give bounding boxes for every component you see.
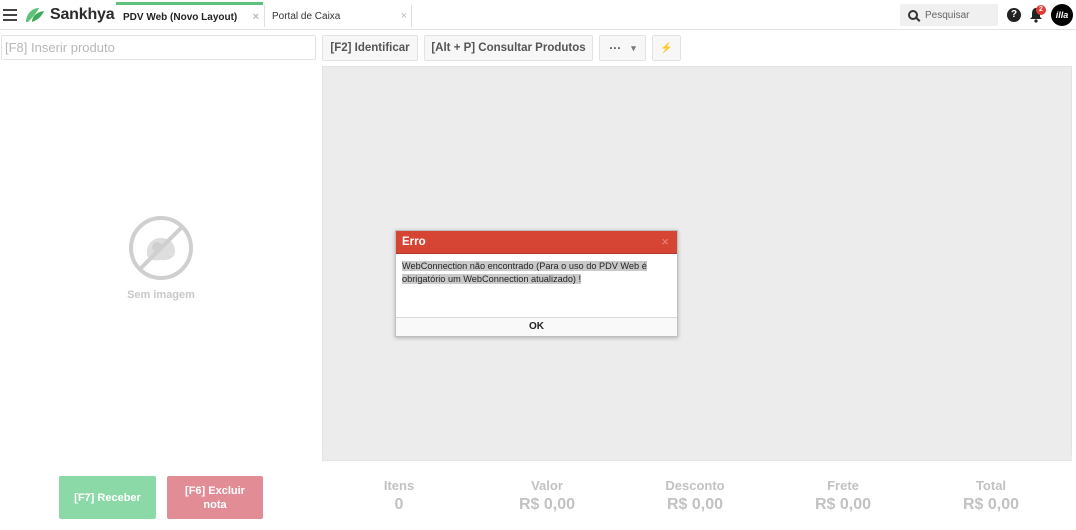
tab-close-icon[interactable]: × xyxy=(401,10,407,22)
dialog-message: WebConnection não encontrado (Para o uso… xyxy=(402,261,647,284)
sankhya-leaf-icon xyxy=(26,8,44,22)
dialog-message-container: WebConnection não encontrado (Para o uso… xyxy=(402,260,671,285)
search-input[interactable]: Pesquisar xyxy=(900,4,998,26)
consult-products-button[interactable]: [Alt + P] Consultar Produtos xyxy=(424,35,593,61)
notification-badge: 2 xyxy=(1036,5,1046,15)
search-placeholder: Pesquisar xyxy=(925,9,970,21)
total-label: Frete xyxy=(827,478,859,493)
tab-close-icon[interactable]: × xyxy=(253,11,259,23)
brand-logo[interactable]: Sankhya xyxy=(24,5,115,25)
total-value: R$ 0,00 xyxy=(814,496,872,513)
menu-icon[interactable] xyxy=(3,9,17,21)
help-icon[interactable]: ? xyxy=(1007,8,1021,22)
dialog-body: WebConnection não encontrado (Para o uso… xyxy=(396,254,677,317)
chevron-down-icon: ▾ xyxy=(631,42,636,53)
total-value: R$ 0,00 xyxy=(962,496,1020,513)
total-label: Desconto xyxy=(665,478,725,493)
ok-button[interactable]: OK xyxy=(396,317,677,336)
total-value: 0 xyxy=(394,496,404,513)
total-items: Itens 0 xyxy=(324,478,474,514)
search-icon xyxy=(908,10,918,20)
total-discount: Desconto R$ 0,00 xyxy=(620,478,770,514)
total-freight: Frete R$ 0,00 xyxy=(768,478,918,514)
no-image-label: Sem imagem xyxy=(127,289,195,301)
ellipsis-icon: ··· xyxy=(609,41,622,55)
more-options-button[interactable]: ··· ▾ xyxy=(599,35,646,61)
tab-label: Portal de Caixa xyxy=(272,10,341,22)
avatar[interactable]: illa xyxy=(1051,4,1073,26)
product-input[interactable]: [F8] Inserir produto xyxy=(1,35,316,60)
flash-button[interactable]: ⚡ xyxy=(652,35,681,61)
top-bar: Sankhya PDV Web (Novo Layout) × Portal d… xyxy=(0,0,1076,30)
total-grand: Total R$ 0,00 xyxy=(916,478,1066,514)
totals-bar: Itens 0 Valor R$ 0,00 Desconto R$ 0,00 F… xyxy=(322,478,1072,522)
dialog-title: Erro xyxy=(402,236,426,248)
total-value: R$ 0,00 xyxy=(518,496,576,513)
identify-button[interactable]: [F2] Identificar xyxy=(322,35,418,61)
tab-label: PDV Web (Novo Layout) xyxy=(123,11,238,23)
error-dialog: Erro × WebConnection não encontrado (Par… xyxy=(395,230,678,337)
total-label: Valor xyxy=(531,478,563,493)
total-value: R$ 0,00 xyxy=(666,496,724,513)
tab-portal-de-caixa[interactable]: Portal de Caixa × xyxy=(264,5,412,27)
product-image-placeholder: Sem imagem xyxy=(120,215,202,301)
lightning-icon: ⚡ xyxy=(660,42,673,54)
total-label: Total xyxy=(975,478,1007,493)
dialog-header: Erro × xyxy=(396,231,677,254)
receive-button[interactable]: [F7] Receber xyxy=(59,476,156,519)
tab-pdv-web[interactable]: PDV Web (Novo Layout) × xyxy=(116,2,263,29)
total-label: Itens xyxy=(383,478,415,493)
total-value-amount: Valor R$ 0,00 xyxy=(472,478,622,514)
brand-name: Sankhya xyxy=(50,6,115,23)
no-image-icon xyxy=(129,216,193,280)
receipt-edge xyxy=(322,455,1072,462)
delete-note-button[interactable]: [F6] Excluir nota xyxy=(167,476,263,519)
close-icon[interactable]: × xyxy=(661,231,669,253)
